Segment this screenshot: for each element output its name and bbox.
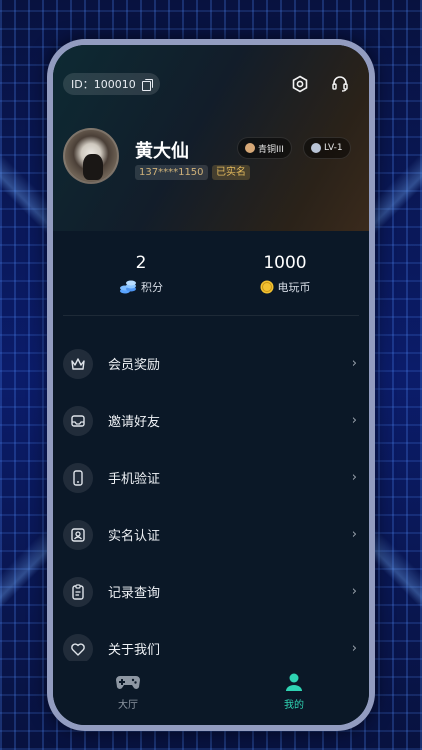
- menu-item-label: 手机验证: [108, 472, 161, 487]
- points-stat[interactable]: 2 积分: [81, 253, 201, 295]
- chevron-right-icon: ›: [351, 527, 357, 542]
- id-card-icon: [63, 519, 93, 550]
- level-gem-icon: [311, 143, 321, 153]
- bottom-tab-bar: 大厅 我的: [53, 661, 369, 725]
- chevron-right-icon: ›: [351, 641, 357, 656]
- customer-service-button[interactable]: [327, 71, 353, 97]
- chevron-right-icon: ›: [351, 584, 357, 599]
- clipboard-icon: [63, 576, 93, 607]
- gold-coin-icon: [260, 280, 273, 294]
- level-label: LV-1: [324, 143, 343, 153]
- chevron-right-icon: ›: [351, 413, 357, 428]
- tab-mine-label: 我的: [284, 700, 304, 711]
- coin-stack-icon: [120, 280, 136, 294]
- phone-icon: [63, 462, 93, 493]
- menu-item-invite-friends[interactable]: 邀请好友 ›: [53, 392, 369, 449]
- stats-section: 2 积分 1000 电玩币: [53, 253, 369, 313]
- points-value: 2: [135, 253, 147, 273]
- settings-button[interactable]: [287, 71, 313, 97]
- menu-item-member-rewards[interactable]: 会员奖励 ›: [53, 335, 369, 392]
- gamepad-icon: [116, 676, 140, 689]
- menu-item-label: 记录查询: [108, 586, 161, 601]
- menu-item-real-name-auth[interactable]: 实名认证 ›: [53, 506, 369, 563]
- username: 黄大仙: [135, 141, 189, 162]
- bronze-medal-icon: [245, 143, 255, 153]
- user-id-pill[interactable]: ID：100010: [63, 73, 160, 95]
- user-icon: [286, 673, 302, 691]
- verified-badge: 已实名: [212, 165, 250, 180]
- crown-icon: [63, 348, 93, 379]
- menu-item-label: 会员奖励: [108, 358, 161, 373]
- avatar[interactable]: [63, 128, 119, 184]
- chevron-right-icon: ›: [351, 356, 357, 371]
- level-badge[interactable]: LV-1: [303, 137, 351, 159]
- phone-frame: ID：100010 黄大仙 137****1150 已实名 青铜III LV-1…: [47, 39, 375, 731]
- coins-value: 1000: [263, 253, 307, 273]
- menu-item-phone-verification[interactable]: 手机验证 ›: [53, 449, 369, 506]
- chevron-right-icon: ›: [351, 470, 357, 485]
- heart-icon: [63, 633, 93, 664]
- rank-label: 青铜III: [258, 144, 284, 155]
- phone-number: 137****1150: [135, 165, 208, 180]
- coins-stat[interactable]: 1000 电玩币: [225, 253, 345, 295]
- menu-item-records[interactable]: 记录查询 ›: [53, 563, 369, 620]
- menu-item-label: 实名认证: [108, 529, 161, 544]
- tab-hall[interactable]: 大厅: [83, 671, 173, 711]
- tab-hall-label: 大厅: [118, 700, 138, 711]
- copy-icon[interactable]: [141, 78, 153, 91]
- menu-list: 会员奖励 › 邀请好友 › 手机验证 › 实名认证 › 记录查询 › 关于我们 …: [53, 335, 369, 677]
- headset-icon: [332, 76, 348, 92]
- profile-header: ID：100010 黄大仙 137****1150 已实名 青铜III LV-1: [53, 45, 369, 231]
- settings-icon: [292, 75, 308, 93]
- tab-mine[interactable]: 我的: [249, 671, 339, 711]
- coins-label: 电玩币: [277, 281, 311, 294]
- divider: [63, 315, 359, 316]
- inbox-icon: [63, 405, 93, 436]
- user-id-text: ID：100010: [71, 78, 136, 91]
- points-label: 积分: [141, 281, 163, 294]
- menu-item-label: 邀请好友: [108, 415, 161, 430]
- menu-item-label: 关于我们: [108, 643, 161, 658]
- rank-badge[interactable]: 青铜III: [237, 137, 292, 159]
